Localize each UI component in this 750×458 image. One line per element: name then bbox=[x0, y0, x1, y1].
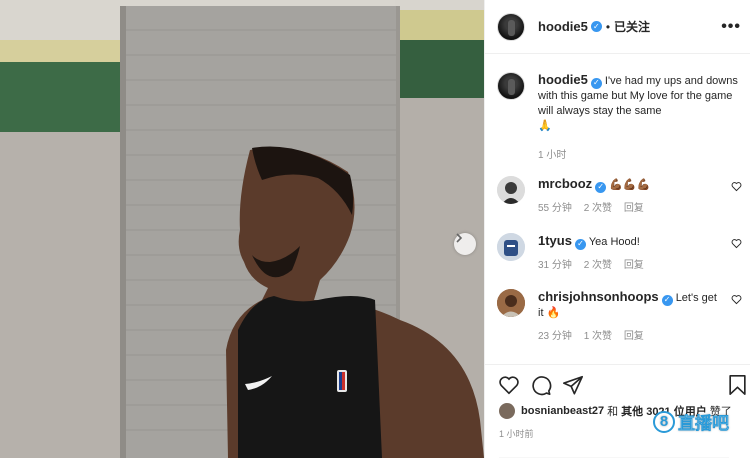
comment-reply-button[interactable]: 回复 bbox=[624, 203, 644, 214]
comment-time[interactable]: 31 分钟 bbox=[538, 260, 572, 271]
instagram-post-viewer: hoodie5 ✓ • 已关注 ••• hoodie5 ✓ I've had my… bbox=[0, 0, 750, 458]
player-photo bbox=[0, 0, 484, 458]
comment-text: Yea Hood! bbox=[588, 236, 640, 248]
comment-time[interactable]: 23 分钟 bbox=[538, 331, 572, 342]
heart-icon[interactable] bbox=[731, 294, 742, 305]
comment-username[interactable]: chrisjohnsonhoops bbox=[538, 289, 659, 304]
verified-badge-icon: ✓ bbox=[661, 294, 673, 306]
heart-icon[interactable] bbox=[498, 374, 520, 396]
post-timestamp[interactable]: 1 小时前 bbox=[499, 427, 534, 440]
caption-username[interactable]: hoodie5 bbox=[538, 72, 588, 87]
comment-username[interactable]: 1tyus bbox=[538, 233, 572, 248]
comment-bubble-icon[interactable] bbox=[530, 374, 552, 396]
liked-by-connector: 和 bbox=[607, 406, 619, 418]
liker-username[interactable]: bosnianbeast27 bbox=[521, 405, 604, 417]
caption-avatar[interactable] bbox=[497, 72, 525, 100]
comment-item: mrcbooz ✓ 💪🏾💪🏾💪🏾 55 分钟 2 次赞 回复 bbox=[497, 176, 742, 216]
action-bar: bosnianbeast27 和 其他 3021 位用户 赞了 1 小时前 8 … bbox=[485, 364, 750, 458]
comment-body: chrisjohnsonhoops ✓ Let's get it 🔥 23 分钟 … bbox=[538, 289, 718, 344]
heart-icon[interactable] bbox=[731, 238, 742, 249]
chevron-right-icon bbox=[456, 233, 463, 243]
comment-like-count[interactable]: 2 次赞 bbox=[584, 260, 612, 271]
comment-input-edge bbox=[499, 457, 729, 458]
comment-reply-button[interactable]: 回复 bbox=[624, 331, 644, 342]
next-photo-button[interactable] bbox=[454, 233, 476, 255]
comment-username[interactable]: mrcbooz bbox=[538, 176, 592, 191]
comment-time[interactable]: 55 分钟 bbox=[538, 203, 572, 214]
post-header: hoodie5 ✓ • 已关注 ••• bbox=[485, 0, 750, 54]
post-caption: hoodie5 ✓ I've had my ups and downs with … bbox=[497, 72, 742, 161]
caption-time[interactable]: 1 小时 bbox=[538, 146, 566, 161]
comment-body: 1tyus ✓ Yea Hood! 31 分钟 2 次赞 回复 bbox=[538, 233, 718, 273]
comment-avatar[interactable] bbox=[497, 289, 525, 317]
comment-avatar[interactable] bbox=[497, 233, 525, 261]
author-avatar[interactable] bbox=[497, 12, 525, 41]
comment-reply-button[interactable]: 回复 bbox=[624, 260, 644, 271]
comment-avatar[interactable] bbox=[497, 176, 525, 204]
caption-text-block: hoodie5 ✓ I've had my ups and downs with … bbox=[538, 72, 742, 134]
avatar-image bbox=[497, 233, 525, 261]
heart-icon[interactable] bbox=[731, 181, 742, 192]
caption-emoji: 🙏 bbox=[538, 120, 552, 132]
more-options-icon[interactable]: ••• bbox=[721, 18, 741, 36]
avatar-image bbox=[497, 289, 525, 317]
comment-item: 1tyus ✓ Yea Hood! 31 分钟 2 次赞 回复 bbox=[497, 233, 742, 273]
comment-item: chrisjohnsonhoops ✓ Let's get it 🔥 23 分钟 … bbox=[497, 289, 742, 344]
avatar-image bbox=[497, 176, 525, 204]
comment-meta: 23 分钟 1 次赞 回复 bbox=[538, 329, 718, 344]
comment-meta: 31 分钟 2 次赞 回复 bbox=[538, 258, 718, 273]
verified-badge-icon: ✓ bbox=[590, 21, 602, 32]
watermark-text: 直播吧 bbox=[678, 414, 729, 433]
verified-badge-icon: ✓ bbox=[590, 77, 602, 89]
verified-badge-icon: ✓ bbox=[595, 181, 607, 193]
watermark-badge: 8 bbox=[653, 410, 675, 433]
verified-badge-icon: ✓ bbox=[574, 238, 586, 250]
paper-plane-icon[interactable] bbox=[562, 374, 584, 396]
comment-text: 💪🏾💪🏾💪🏾 bbox=[609, 179, 651, 191]
zhibo8-watermark: 8 直播吧 bbox=[653, 409, 729, 434]
separator-dot: • bbox=[605, 19, 611, 34]
comment-like-count[interactable]: 2 次赞 bbox=[584, 203, 612, 214]
author-username[interactable]: hoodie5 bbox=[538, 19, 588, 34]
liker-avatar[interactable] bbox=[499, 403, 515, 419]
comment-body: mrcbooz ✓ 💪🏾💪🏾💪🏾 55 分钟 2 次赞 回复 bbox=[538, 176, 718, 216]
comment-meta: 55 分钟 2 次赞 回复 bbox=[538, 201, 718, 216]
follow-status-button[interactable]: 已关注 bbox=[614, 18, 650, 35]
post-photo[interactable] bbox=[0, 0, 484, 458]
comment-like-count[interactable]: 1 次赞 bbox=[584, 331, 612, 342]
post-sidebar: hoodie5 ✓ • 已关注 ••• hoodie5 ✓ I've had my… bbox=[484, 0, 750, 458]
bookmark-icon[interactable] bbox=[728, 374, 747, 396]
